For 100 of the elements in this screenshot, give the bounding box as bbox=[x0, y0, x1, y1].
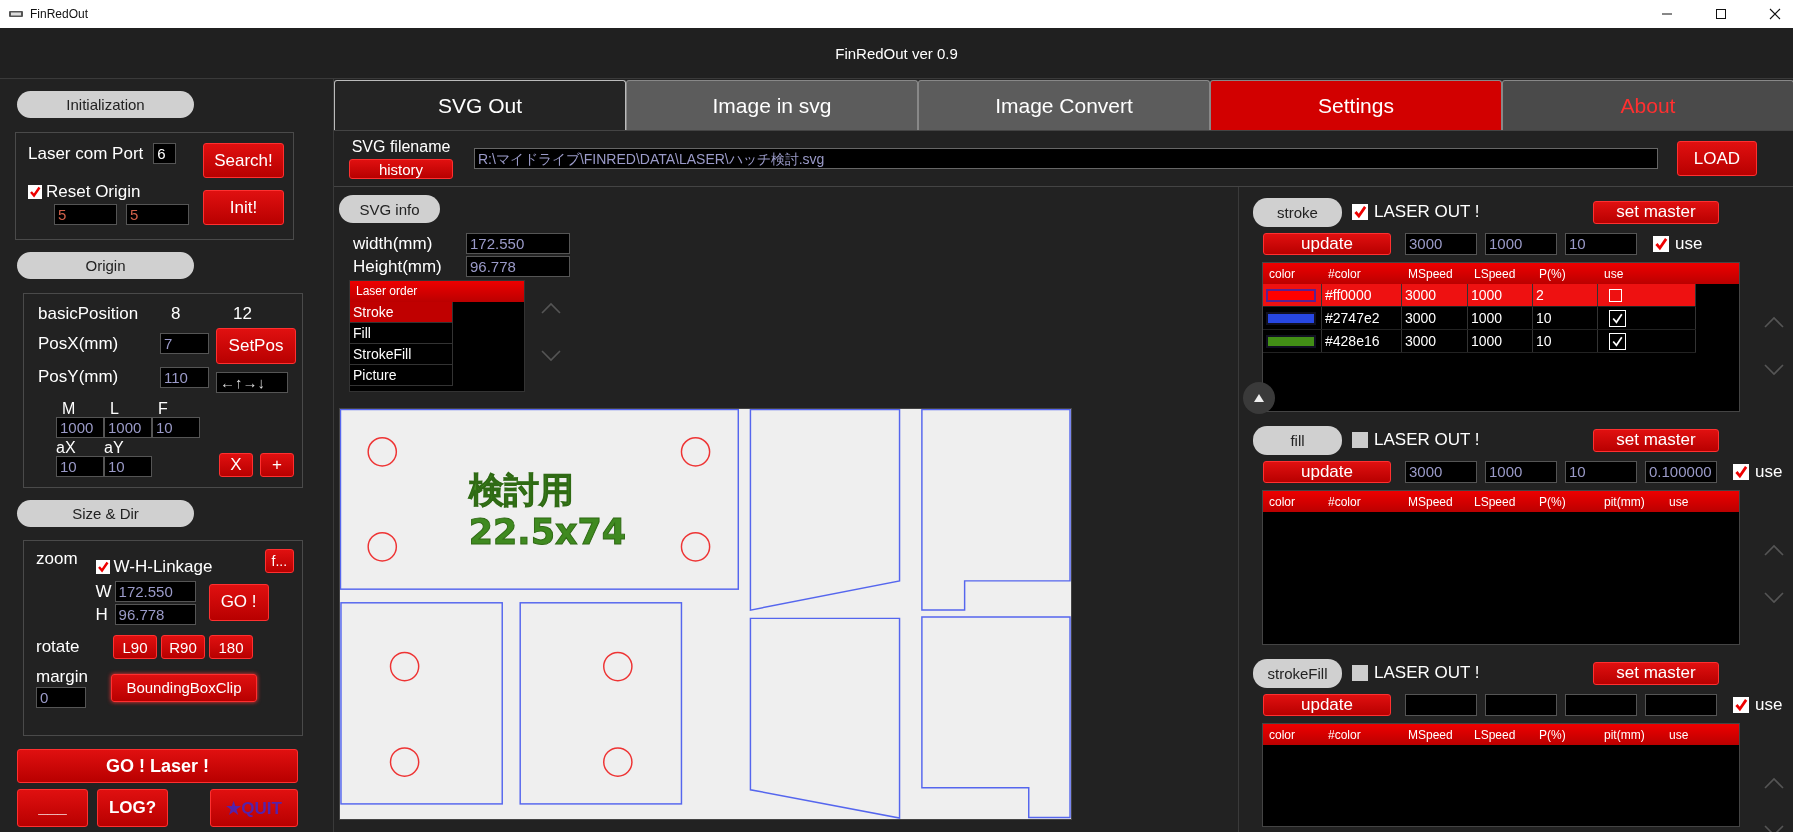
setting-field[interactable] bbox=[1485, 694, 1557, 716]
width-field[interactable]: 172.550 bbox=[114, 581, 196, 602]
table-row[interactable]: #428e16 3000 1000 10 bbox=[1263, 330, 1696, 353]
checkbox[interactable] bbox=[1733, 697, 1749, 713]
height-label: H bbox=[95, 604, 109, 625]
x-button[interactable]: X bbox=[219, 453, 253, 477]
basic-position-value: 8 bbox=[171, 304, 182, 324]
svg-height-field[interactable]: 96.778 bbox=[466, 256, 570, 277]
up-chevron-icon[interactable] bbox=[541, 302, 561, 314]
section-heading: SVG info bbox=[339, 195, 440, 223]
column-header: use bbox=[1668, 494, 1690, 509]
update-button[interactable]: update bbox=[1263, 233, 1391, 255]
port-field[interactable]: 6 bbox=[153, 143, 177, 164]
table-cell: 3000 bbox=[1402, 330, 1468, 352]
down-chevron-icon[interactable] bbox=[541, 350, 561, 362]
update-button[interactable]: update bbox=[1263, 694, 1391, 716]
laser-order-item[interactable]: Fill bbox=[350, 323, 453, 344]
down-chevron-icon[interactable] bbox=[1764, 592, 1784, 604]
setting-field[interactable]: 1000 bbox=[1485, 461, 1557, 483]
setting-field[interactable]: 10 bbox=[1565, 461, 1637, 483]
direction-field[interactable]: ←↑→↓ bbox=[216, 372, 288, 393]
section-heading: stroke bbox=[1253, 197, 1342, 227]
height-field[interactable]: 96.778 bbox=[114, 604, 196, 625]
down-chevron-icon[interactable] bbox=[1764, 364, 1784, 376]
checkbox[interactable] bbox=[1609, 332, 1626, 350]
pos-y-field[interactable]: 110 bbox=[160, 366, 209, 388]
drawing-label: 検討用 bbox=[468, 469, 574, 510]
origin-y-field[interactable]: 5 bbox=[126, 204, 189, 225]
checkbox[interactable] bbox=[1352, 665, 1368, 681]
checkbox[interactable] bbox=[1609, 309, 1626, 327]
rotate-button[interactable]: L90 bbox=[113, 635, 157, 659]
set-master-button[interactable]: set master bbox=[1593, 200, 1719, 224]
column-header: P(%) bbox=[1538, 266, 1567, 281]
init-button[interactable]: Init! bbox=[203, 190, 284, 225]
rotate-button[interactable]: R90 bbox=[161, 635, 205, 659]
laser-order-item[interactable]: StrokeFill bbox=[350, 344, 453, 365]
setting-field[interactable]: 3000 bbox=[1405, 461, 1477, 483]
setting-field[interactable] bbox=[1405, 694, 1477, 716]
margin-field[interactable]: 0 bbox=[36, 687, 86, 708]
origin-x-field[interactable]: 5 bbox=[54, 204, 117, 225]
minimize-button[interactable]: ___ bbox=[17, 789, 88, 827]
checkbox[interactable] bbox=[1609, 288, 1622, 302]
setting-field[interactable]: 3000 bbox=[1405, 233, 1477, 255]
checkbox[interactable] bbox=[1352, 204, 1368, 220]
laser-order-item[interactable]: Stroke bbox=[350, 302, 453, 323]
param-field[interactable]: 1000 bbox=[56, 417, 104, 438]
param-field[interactable]: 1000 bbox=[104, 417, 152, 438]
setting-field[interactable]: 0.100000 bbox=[1645, 461, 1717, 483]
drawing-label: 22.5x74 bbox=[468, 512, 627, 553]
tab[interactable]: SVG Out bbox=[334, 80, 626, 130]
setting-field[interactable]: 1000 bbox=[1485, 233, 1557, 255]
checkbox[interactable] bbox=[1653, 236, 1669, 252]
tab[interactable]: Image in svg bbox=[626, 80, 918, 130]
table-row[interactable]: #2747e2 3000 1000 10 bbox=[1263, 307, 1696, 330]
checkbox[interactable] bbox=[1733, 464, 1749, 480]
filename-label: SVG filename bbox=[351, 138, 451, 156]
table-cell: #428e16 bbox=[1322, 330, 1402, 352]
setting-field[interactable] bbox=[1645, 694, 1717, 716]
tab[interactable]: Image Convert bbox=[918, 80, 1210, 130]
setting-field[interactable] bbox=[1565, 694, 1637, 716]
param-label: L bbox=[109, 401, 120, 417]
offset-field[interactable]: 10 bbox=[56, 456, 104, 477]
plus-button[interactable]: + bbox=[260, 453, 294, 477]
history-button[interactable]: history bbox=[349, 159, 453, 179]
column-header: #color bbox=[1327, 266, 1362, 281]
load-button[interactable]: LOAD bbox=[1677, 141, 1757, 176]
setpos-button[interactable]: SetPos bbox=[216, 328, 296, 364]
checkbox[interactable] bbox=[1352, 432, 1368, 448]
bounding-box-clip-button[interactable]: BoundingBoxClip bbox=[110, 673, 257, 702]
go-laser-button[interactable]: GO ! Laser ! bbox=[17, 749, 298, 783]
up-chevron-icon[interactable] bbox=[1764, 316, 1784, 328]
update-button[interactable]: update bbox=[1263, 461, 1391, 483]
close-icon[interactable] bbox=[1769, 8, 1781, 20]
collapse-button[interactable] bbox=[1243, 382, 1275, 414]
section-heading: strokeFill bbox=[1253, 658, 1342, 688]
section-heading: Size & Dir bbox=[17, 500, 194, 527]
param-field[interactable]: 10 bbox=[152, 417, 200, 438]
go-button[interactable]: GO ! bbox=[208, 583, 269, 621]
up-chevron-icon[interactable] bbox=[1764, 777, 1784, 789]
up-chevron-icon[interactable] bbox=[1764, 544, 1784, 556]
rotate-button[interactable]: 180 bbox=[209, 635, 253, 659]
setting-field[interactable]: 10 bbox=[1565, 233, 1637, 255]
set-master-button[interactable]: set master bbox=[1593, 661, 1719, 685]
column-header: color bbox=[1268, 727, 1296, 742]
search-button[interactable]: Search! bbox=[203, 143, 284, 178]
set-master-button[interactable]: set master bbox=[1593, 428, 1719, 452]
file-path-field[interactable]: R:\マイドライブ\FINRED\DATA\LASER\ハッチ検討.svg bbox=[474, 148, 1658, 169]
maximize-icon[interactable] bbox=[1715, 8, 1727, 20]
offset-field[interactable]: 10 bbox=[104, 456, 152, 477]
table-row[interactable]: #ff0000 3000 1000 2 bbox=[1263, 284, 1696, 307]
table-cell: 3000 bbox=[1402, 307, 1468, 329]
tab[interactable]: Settings bbox=[1210, 80, 1502, 130]
file-button[interactable]: f... bbox=[264, 549, 294, 573]
svg-width-field[interactable]: 172.550 bbox=[466, 233, 570, 254]
checkbox[interactable] bbox=[28, 185, 42, 199]
laser-order-item[interactable]: Picture bbox=[350, 365, 453, 386]
pos-x-field[interactable]: 7 bbox=[160, 333, 209, 355]
table-cell: 10 bbox=[1533, 307, 1598, 329]
log-button[interactable]: LOG? bbox=[97, 789, 168, 827]
checkbox[interactable] bbox=[95, 560, 110, 574]
